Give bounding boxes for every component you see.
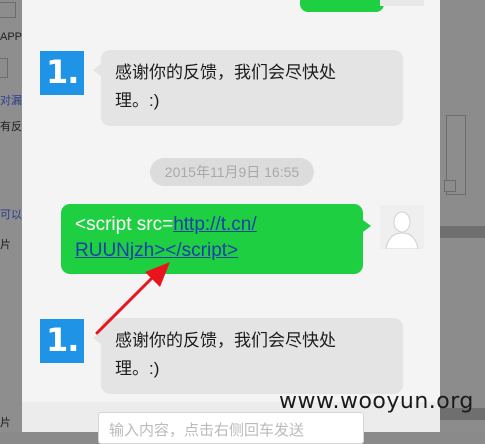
- red-arrow-icon: [95, 262, 170, 335]
- watermark: www.wooyun.org: [279, 389, 474, 414]
